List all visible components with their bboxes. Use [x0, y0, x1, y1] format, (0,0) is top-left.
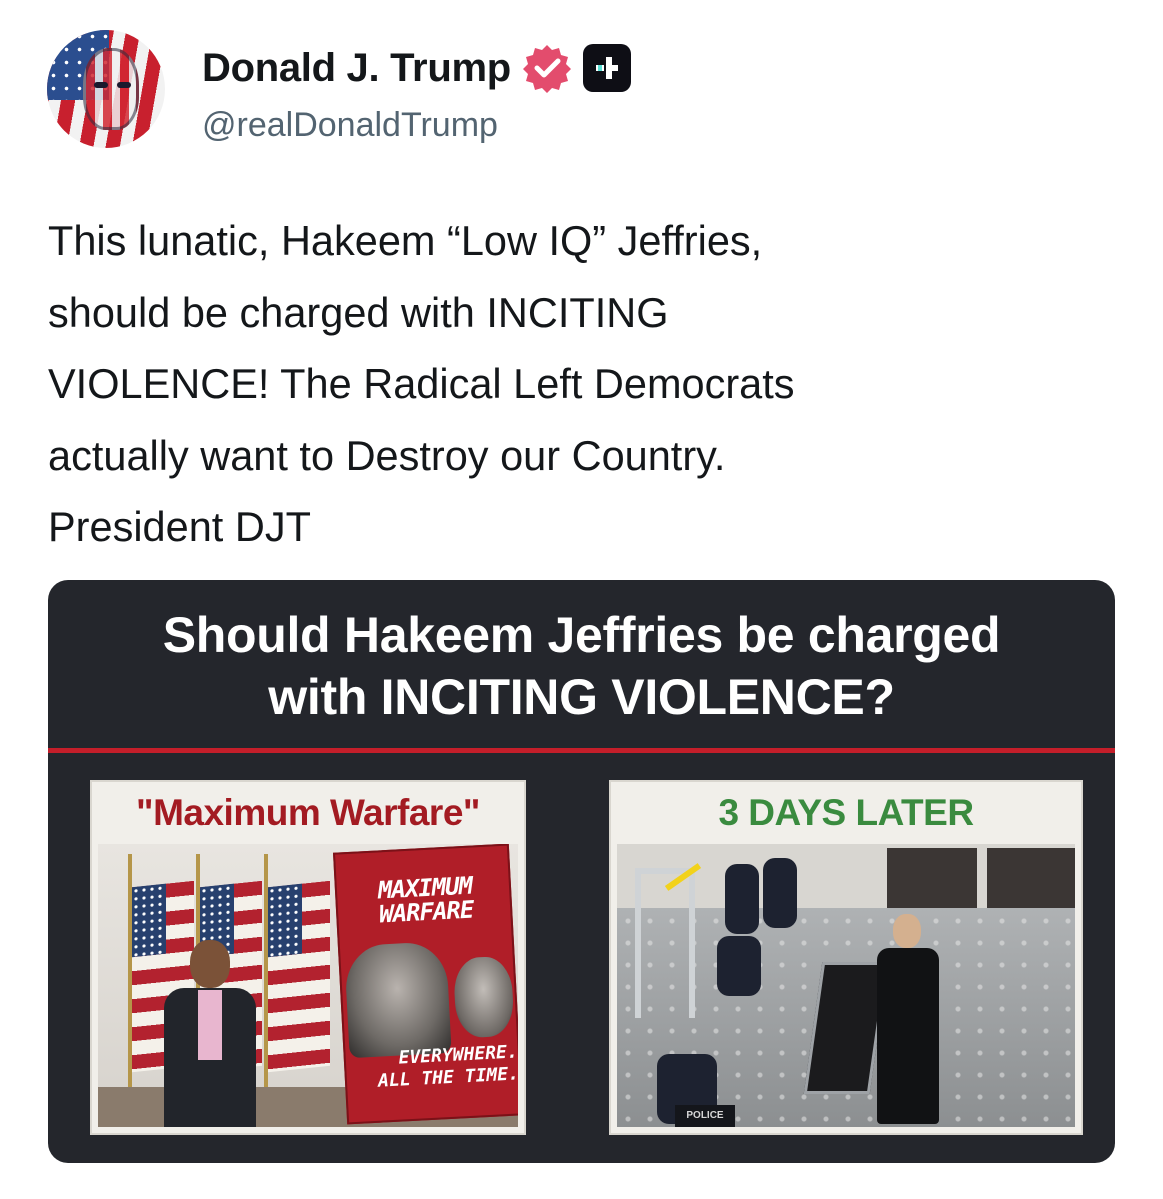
- post-text: This lunatic, Hakeem “Low IQ” Jeffries, …: [48, 217, 795, 550]
- author-name-row: Donald J. Trump: [202, 42, 631, 94]
- maximum-warfare-poster: MAXIMUM WARFARE EVERYWHERE. ALL THE TIME…: [333, 844, 518, 1125]
- agent-suit: [877, 948, 939, 1124]
- press-conference-photo: MAXIMUM WARFARE EVERYWHERE. ALL THE TIME…: [98, 844, 518, 1127]
- avatar-eye: [94, 82, 108, 88]
- poster-portrait: [343, 941, 452, 1059]
- security-checkpoint-photo: POLICE: [617, 844, 1075, 1127]
- left-panel-caption: "Maximum Warfare": [136, 792, 480, 833]
- poster-subtitle: EVERYWHERE. ALL THE TIME.: [377, 1041, 518, 1092]
- poster-portrait-secondary: [452, 955, 515, 1039]
- verified-badge-icon: [522, 45, 571, 93]
- author-display-name[interactable]: Donald J. Trump: [202, 46, 511, 91]
- right-panel-caption: 3 DAYS LATER: [718, 792, 974, 833]
- avatar-eye: [117, 82, 131, 88]
- post-image[interactable]: Should Hakeem Jeffries be charged with I…: [48, 580, 1115, 1163]
- author-handle[interactable]: @realDonaldTrump: [202, 106, 498, 145]
- officer: [725, 864, 759, 934]
- door: [987, 848, 1075, 908]
- poster-title: MAXIMUM WARFARE: [377, 871, 474, 929]
- speaker-head: [190, 940, 230, 988]
- police-badge: POLICE: [675, 1105, 735, 1127]
- speaker-shirt: [198, 990, 222, 1060]
- officer: [717, 936, 761, 996]
- headline-divider: [48, 748, 1115, 753]
- post-card: Donald J. Trump @realDonaldTrump This lu…: [0, 0, 1163, 1199]
- avatar-face: [83, 48, 139, 130]
- image-headline: Should Hakeem Jeffries be charged with I…: [162, 607, 1001, 725]
- truth-social-icon: [582, 44, 631, 92]
- agent-figure: [873, 914, 943, 1124]
- right-panel: 3 DAYS LATER POLICE: [609, 780, 1083, 1135]
- door: [887, 848, 977, 908]
- speaker-figure: [130, 940, 280, 1127]
- agent-head: [893, 914, 921, 948]
- author-avatar[interactable]: [47, 30, 165, 148]
- officer: [763, 858, 797, 928]
- metal-detector: [635, 868, 695, 1018]
- left-panel: "Maximum Warfare" MAXIMUM WARFARE EVERYW…: [90, 780, 526, 1135]
